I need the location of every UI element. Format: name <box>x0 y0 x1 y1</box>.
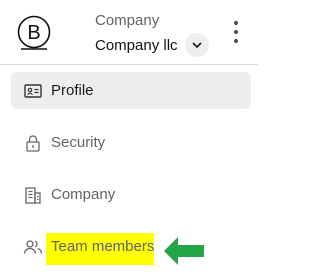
id-card-icon <box>23 81 43 101</box>
b-corp-logo: B <box>17 15 51 50</box>
app-root: B Company Company llc Profile Security C… <box>0 0 258 278</box>
kebab-menu-icon <box>233 20 239 44</box>
nav-item-profile[interactable]: Profile <box>11 72 251 109</box>
svg-text:B: B <box>27 22 40 44</box>
nav-item-security[interactable]: Security <box>11 124 251 161</box>
people-icon <box>23 237 43 257</box>
nav-item-label: Security <box>51 134 106 151</box>
chevron-down-icon <box>192 42 201 48</box>
company-switcher[interactable]: Company Company llc <box>95 12 215 57</box>
company-switcher-button[interactable] <box>184 33 209 57</box>
header: B Company Company llc <box>0 0 258 64</box>
company-caption: Company <box>95 12 160 29</box>
building-icon <box>23 185 43 205</box>
nav-item-team-members[interactable]: Team members <box>11 228 251 265</box>
header-divider <box>0 64 258 65</box>
company-name-row: Company llc <box>95 33 215 57</box>
nav-item-label: Team members <box>51 238 155 255</box>
nav-item-company[interactable]: Company <box>11 176 251 213</box>
more-menu-button[interactable] <box>228 16 244 48</box>
company-name[interactable]: Company llc <box>95 37 178 54</box>
lock-icon <box>23 133 43 153</box>
arrow-left-icon <box>164 237 204 265</box>
nav-item-label: Profile <box>51 82 94 99</box>
nav-item-label: Company <box>51 186 116 203</box>
